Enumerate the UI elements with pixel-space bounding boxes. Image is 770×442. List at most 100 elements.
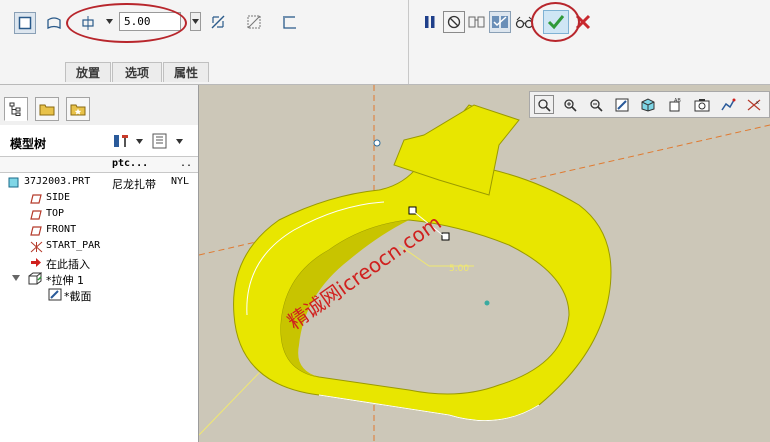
display-style-button[interactable] <box>638 95 658 114</box>
view-toolbar: AB x <box>529 91 770 118</box>
tree-item-front[interactable]: FRONT <box>0 223 198 239</box>
tree-item-csys[interactable]: START_PAR <box>0 239 198 255</box>
tree-item-label: 在此插入 <box>46 258 90 271</box>
triangle-down-icon <box>12 275 20 281</box>
tree-item-label: TOP <box>46 208 65 219</box>
chevron-down-icon <box>106 19 113 24</box>
tree-item-label: START_PAR <box>46 240 101 251</box>
tree-item-section[interactable]: *截面 <box>0 287 198 303</box>
thicken-sketch-button[interactable] <box>279 11 301 33</box>
feature-controls-panel <box>410 0 600 84</box>
tree-item-col2: NYL <box>171 176 190 187</box>
no-preview-icon <box>447 15 461 29</box>
pause-button[interactable] <box>419 11 441 33</box>
model-graphics[interactable]: 5.00 精诚网icreocn.com <box>199 85 770 442</box>
ribbon-separator <box>408 0 409 84</box>
datum-display-button[interactable] <box>718 95 738 114</box>
navigator-tabs <box>0 85 198 125</box>
show-list-icon <box>152 133 167 149</box>
repaint-icon <box>615 98 629 111</box>
folder-browser-tab[interactable] <box>35 97 59 121</box>
repaint-button[interactable] <box>612 95 632 114</box>
close-icon <box>575 14 591 30</box>
column-header-2[interactable]: .. <box>180 158 192 169</box>
zoom-out-button[interactable] <box>586 95 606 114</box>
verify-preview-button[interactable] <box>489 11 511 33</box>
surface-icon <box>47 17 61 30</box>
accept-button[interactable] <box>543 10 569 34</box>
tree-item-insert-here[interactable]: 在此插入 <box>0 255 198 271</box>
checkmark-icon <box>547 15 565 30</box>
csys-display-icon: x <box>747 99 761 110</box>
depth-value-dropdown[interactable] <box>190 12 201 31</box>
preview-button[interactable] <box>466 11 488 33</box>
insert-arrow-icon <box>31 258 41 267</box>
datum-plane-icon <box>30 194 42 204</box>
depth-option-button[interactable] <box>77 12 99 34</box>
flip-direction-button[interactable] <box>207 11 229 33</box>
zoom-fit-button[interactable] <box>534 95 554 114</box>
tree-item-top[interactable]: TOP <box>0 207 198 223</box>
view-manager-button[interactable] <box>692 95 712 114</box>
no-preview-button[interactable] <box>443 11 465 33</box>
tab-properties[interactable]: 属性 <box>163 62 209 82</box>
remove-material-icon <box>247 15 261 29</box>
zoom-in-button[interactable] <box>560 95 580 114</box>
remove-material-button[interactable] <box>243 11 265 33</box>
datum-plane-icon <box>30 226 42 236</box>
zoom-fit-icon <box>538 98 551 112</box>
camera-icon <box>694 98 710 111</box>
csys-display-button[interactable]: x <box>744 95 764 114</box>
favorites-folder-icon <box>70 104 86 116</box>
model-tree-title: 模型树 <box>10 137 47 151</box>
blind-depth-icon <box>82 16 94 30</box>
solid-icon <box>18 16 32 30</box>
tree-show-button[interactable] <box>152 132 188 150</box>
cancel-button[interactable] <box>572 11 594 33</box>
tree-item-label: *截面 <box>64 290 92 303</box>
verify-icon <box>492 16 508 28</box>
dimension-label[interactable]: 5.00 <box>449 264 469 274</box>
saved-views-icon: AB <box>669 98 681 111</box>
datum-point-2[interactable] <box>484 300 490 306</box>
tree-settings-button[interactable] <box>112 132 144 150</box>
glasses-button[interactable] <box>514 11 536 33</box>
datum-plane-icon <box>30 210 42 220</box>
collapse-toggle[interactable] <box>12 273 21 286</box>
part-icon <box>8 177 19 188</box>
svg-text:AB: AB <box>674 98 681 104</box>
model-tree-tab[interactable] <box>4 97 28 121</box>
tree-item-part[interactable]: 37J2003.PRT 尼龙扎带 NYL <box>0 175 198 191</box>
pause-icon <box>425 16 435 28</box>
datum-display-icon <box>721 98 736 110</box>
tree-item-extrude[interactable]: *拉伸 1 <box>0 271 198 287</box>
tools-icon <box>114 135 128 147</box>
tab-placement[interactable]: 放置 <box>65 62 111 82</box>
drag-handle-depth[interactable] <box>441 232 450 241</box>
tree-item-label: SIDE <box>46 192 71 203</box>
chevron-down-icon <box>136 138 143 144</box>
depth-option-dropdown[interactable] <box>104 12 115 31</box>
folder-icon <box>39 104 55 116</box>
zoom-out-icon <box>590 98 603 112</box>
depth-input[interactable] <box>119 12 181 31</box>
extrude-icon <box>28 272 43 285</box>
sketch-icon <box>48 288 62 301</box>
glasses-icon <box>515 16 534 29</box>
tab-options[interactable]: 选项 <box>112 62 162 82</box>
shaded-cube-icon <box>641 97 655 112</box>
tree-item-side[interactable]: SIDE <box>0 191 198 207</box>
datum-point[interactable] <box>373 139 381 147</box>
thicken-icon <box>283 16 296 29</box>
extrude-options-panel: 放置 选项 属性 <box>0 0 316 84</box>
surface-extrude-button[interactable] <box>43 12 65 34</box>
column-header-1[interactable]: ptc... <box>112 158 148 169</box>
solid-extrude-button[interactable] <box>14 12 36 34</box>
saved-views-button[interactable]: AB <box>666 95 686 114</box>
tree-item-label: FRONT <box>46 224 77 235</box>
coordinate-system-icon <box>30 241 43 253</box>
tree-column-header: ptc... .. <box>0 156 198 173</box>
favorites-tab[interactable] <box>66 97 90 121</box>
graphics-viewport[interactable]: 5.00 精诚网icreocn.com AB x <box>199 85 770 442</box>
chevron-down-icon <box>176 138 183 144</box>
